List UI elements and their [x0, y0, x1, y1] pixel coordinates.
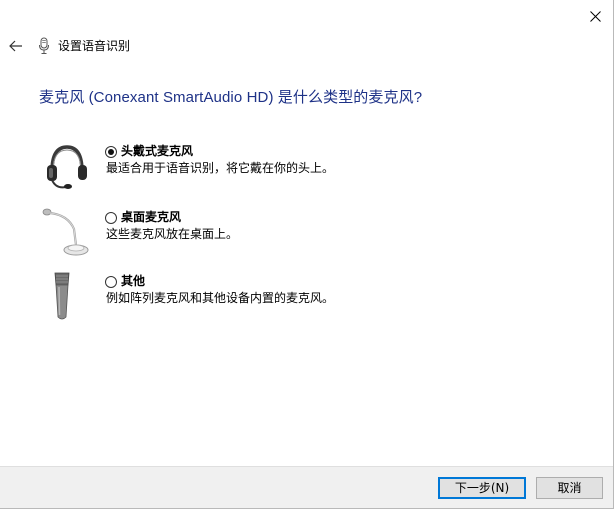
microphone-icon — [39, 37, 49, 54]
option-headset-description: 最适合用于语音识别，将它戴在你的头上。 — [106, 161, 335, 175]
back-arrow-icon — [9, 40, 22, 52]
cancel-button[interactable]: 取消 — [536, 477, 603, 499]
option-other-description: 例如阵列麦克风和其他设备内置的麦克风。 — [106, 291, 335, 305]
back-button[interactable] — [7, 37, 25, 55]
close-icon — [589, 10, 601, 22]
headset-microphone-icon — [47, 145, 87, 189]
radio-desktop[interactable] — [105, 212, 117, 224]
wizard-title: 设置语音识别 — [58, 39, 131, 53]
next-button[interactable]: 下一步(N) — [438, 477, 526, 499]
option-desktop-description: 这些麦克风放在桌面上。 — [106, 227, 239, 241]
handheld-microphone-icon — [54, 272, 70, 320]
button-bar: 下一步(N) 取消 — [0, 466, 613, 508]
option-other[interactable]: 其他 例如阵列麦克风和其他设备内置的麦克风。 — [40, 271, 460, 331]
radio-other[interactable] — [105, 276, 117, 288]
page-heading: 麦克风 (Conexant SmartAudio HD) 是什么类型的麦克风? — [39, 89, 423, 106]
option-other-label: 其他 — [121, 274, 146, 288]
speech-setup-window: 设置语音识别 麦克风 (Conexant SmartAudio HD) 是什么类… — [0, 0, 614, 509]
desktop-microphone-icon — [42, 208, 89, 256]
close-button[interactable] — [585, 6, 605, 26]
option-headset[interactable]: 头戴式麦克风 最适合用于语音识别，将它戴在你的头上。 — [40, 141, 460, 201]
option-desktop[interactable]: 桌面麦克风 这些麦克风放在桌面上。 — [40, 207, 460, 267]
radio-headset[interactable] — [105, 146, 117, 158]
option-desktop-label: 桌面麦克风 — [121, 210, 182, 224]
option-headset-label: 头戴式麦克风 — [121, 144, 194, 158]
